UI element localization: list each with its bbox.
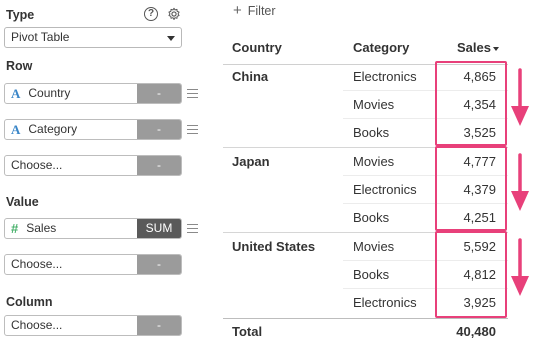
value-field-sales[interactable]: # Sales SUM	[4, 218, 182, 239]
arrow-down-icon	[511, 68, 529, 126]
row-section-title: Row	[6, 59, 33, 73]
category-cell: Books	[353, 210, 390, 225]
row-field-choose-label[interactable]: Choose...	[5, 156, 137, 175]
chevron-down-icon	[167, 36, 175, 41]
total-value: 40,480	[456, 324, 496, 339]
value-field-name[interactable]: # Sales	[5, 219, 137, 238]
type-row-icons: ?	[144, 7, 181, 21]
plus-icon: +	[233, 2, 242, 19]
value-field-choose-label[interactable]: Choose...	[5, 255, 137, 274]
value-field-label: Sales	[26, 221, 57, 235]
row-field-category[interactable]: A Category -	[4, 119, 182, 140]
highlight-box	[435, 231, 507, 318]
arrow-down-icon	[511, 153, 529, 211]
chart-type-select[interactable]: Pivot Table	[4, 27, 182, 48]
config-panel: Type ? Pivot Table Row A Country - A Categ…	[0, 0, 204, 349]
aggregation-button[interactable]: -	[137, 316, 181, 335]
help-icon[interactable]: ?	[144, 7, 158, 21]
aggregation-button[interactable]: -	[137, 156, 181, 175]
column-header-country[interactable]: Country	[232, 40, 282, 55]
row-field-country[interactable]: A Country -	[4, 83, 182, 104]
aggregation-button[interactable]: -	[137, 84, 181, 103]
highlight-box	[435, 146, 507, 231]
category-cell: Books	[353, 267, 390, 282]
filter-label: Filter	[247, 4, 276, 18]
column-field-choose-label[interactable]: Choose...	[5, 316, 137, 335]
arrow-down-icon	[511, 238, 529, 296]
column-field-choose[interactable]: Choose... -	[4, 315, 182, 336]
number-type-icon: #	[11, 221, 19, 236]
drag-handle-icon[interactable]	[187, 125, 198, 134]
column-section-title: Column	[6, 295, 53, 309]
highlight-box	[435, 61, 507, 146]
chart-type-value: Pivot Table	[11, 30, 70, 44]
category-cell: Movies	[353, 97, 395, 112]
add-filter-button[interactable]: + Filter	[233, 2, 276, 19]
column-header-category[interactable]: Category	[353, 40, 409, 55]
country-cell: United States	[232, 239, 316, 254]
drag-handle-icon[interactable]	[187, 224, 198, 233]
category-cell: Movies	[353, 239, 395, 254]
category-cell: Electronics	[353, 69, 417, 84]
sort-desc-icon	[492, 46, 499, 51]
row-field-choose[interactable]: Choose... -	[4, 155, 182, 176]
gear-icon[interactable]	[167, 7, 181, 21]
country-cell: China	[232, 69, 269, 84]
category-cell: Electronics	[353, 295, 417, 310]
row-field-label: Category	[28, 122, 78, 136]
type-section-title: Type	[6, 8, 35, 22]
string-type-icon: A	[11, 122, 21, 137]
row-field-name[interactable]: A Category	[5, 120, 137, 139]
aggregation-button[interactable]: -	[137, 255, 181, 274]
column-header-sales[interactable]: Sales	[457, 40, 499, 55]
sales-header-label: Sales	[457, 40, 491, 55]
string-type-icon: A	[11, 86, 21, 101]
total-divider	[223, 318, 508, 319]
category-cell: Movies	[353, 154, 395, 169]
total-label: Total	[232, 324, 263, 339]
category-cell: Books	[353, 125, 390, 140]
aggregation-button[interactable]: -	[137, 120, 181, 139]
value-section-title: Value	[6, 195, 39, 209]
drag-handle-icon[interactable]	[187, 89, 198, 98]
category-cell: Electronics	[353, 182, 417, 197]
row-field-label: Country	[28, 86, 71, 100]
row-field-name[interactable]: A Country	[5, 84, 137, 103]
country-cell: Japan	[232, 154, 270, 169]
aggregation-sum-button[interactable]: SUM	[137, 219, 181, 238]
value-field-choose[interactable]: Choose... -	[4, 254, 182, 275]
